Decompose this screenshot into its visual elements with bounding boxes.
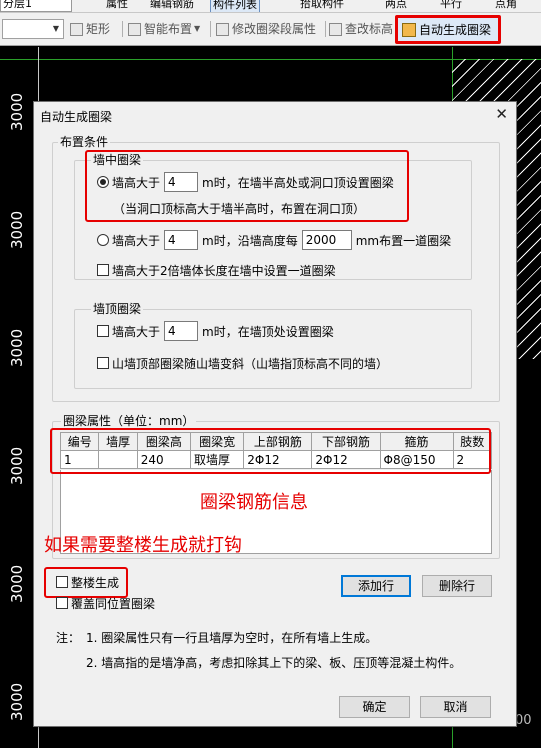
whole-building-annotation: 如果需要整楼生成就打钩 bbox=[44, 535, 242, 556]
mid-wall-option-2: 墙高大于 4 m时，沿墙高度每 2000 mm布置一道圈梁 bbox=[97, 230, 451, 250]
note-prefix: 注： bbox=[56, 631, 81, 645]
rebar-info-annotation: 圈梁钢筋信息 bbox=[200, 492, 308, 513]
top-wall-check-1-suffix: m时，在墙顶处设置圈梁 bbox=[202, 324, 334, 339]
toolbar-separator bbox=[325, 21, 326, 37]
floor-select[interactable]: 分层1 bbox=[0, 0, 72, 12]
top-wall-check-2: 山墙顶部圈梁随山墙变斜（山墙指顶标高不同的墙） bbox=[97, 353, 388, 373]
top-wall-check-1-prefix: 墙高大于 bbox=[112, 324, 161, 339]
auto-ring-beam-dialog: 自动生成圈梁 ✕ 布置条件 墙中圈梁 墙高大于 4 m时，在墙半高处或洞口顶设置… bbox=[33, 101, 517, 727]
mid-wall-option-2-prefix: 墙高大于 bbox=[112, 233, 161, 248]
auto-generate-label: 自动生成圈梁 bbox=[419, 23, 492, 37]
mid-wall-checkbox[interactable] bbox=[97, 264, 109, 276]
dimension-label: 3000 bbox=[8, 446, 26, 485]
chevron-down-icon: ▼ bbox=[52, 24, 60, 33]
cover-same-position-checkbox[interactable] bbox=[56, 597, 68, 609]
ok-button[interactable]: 确定 bbox=[339, 696, 410, 718]
add-row-button[interactable]: 添加行 bbox=[341, 575, 411, 597]
mid-wall-option-2-mid: m时，沿墙高度每 bbox=[202, 233, 298, 248]
corner-label: 00 bbox=[515, 713, 532, 728]
chevron-down-icon: ▼ bbox=[194, 24, 201, 33]
ring-beam-props-label: 圈梁属性（单位：mm） bbox=[61, 414, 197, 428]
toolbar-item-edit-rebar[interactable]: 编辑钢筋 bbox=[150, 0, 194, 11]
edit-icon bbox=[216, 22, 229, 36]
whole-building-checkbox[interactable] bbox=[56, 576, 68, 588]
mid-wall-check-label: 墙高大于2倍墙体长度在墙中设置一道圈梁 bbox=[112, 263, 336, 278]
top-wall-checkbox-1[interactable] bbox=[97, 325, 109, 337]
modify-segment-label: 修改圈梁段属性 bbox=[232, 22, 317, 36]
toolbar-item-pick-component[interactable]: 拾取构件 bbox=[300, 0, 344, 11]
mid-wall-option-2-suffix: mm布置一道圈梁 bbox=[355, 233, 452, 248]
toolbar-item-properties[interactable]: 属性 bbox=[106, 0, 128, 11]
dialog-title: 自动生成圈梁 bbox=[40, 110, 113, 124]
dimension-label: 3000 bbox=[8, 682, 26, 721]
whole-building-label: 整楼生成 bbox=[71, 575, 120, 590]
mid-wall-option-2-radio[interactable] bbox=[97, 234, 109, 246]
top-wall-height-input[interactable]: 4 bbox=[164, 321, 199, 341]
view-elevation-button[interactable]: 查改标高 bbox=[329, 19, 393, 39]
delete-row-button[interactable]: 删除行 bbox=[422, 575, 492, 597]
cancel-button[interactable]: 取消 bbox=[420, 696, 491, 718]
table-header-highlight bbox=[50, 428, 491, 474]
toolbar-item-parallel[interactable]: 平行 bbox=[440, 0, 462, 11]
style-combo[interactable]: ▼ bbox=[2, 19, 64, 39]
top-wall-check-2-label: 山墙顶部圈梁随山墙变斜（山墙指顶标高不同的墙） bbox=[112, 356, 389, 371]
mid-wall-spacing-input[interactable]: 2000 bbox=[301, 230, 352, 250]
mid-wall-check: 墙高大于2倍墙体长度在墙中设置一道圈梁 bbox=[97, 260, 336, 280]
elevation-icon bbox=[329, 22, 342, 36]
view-elevation-label: 查改标高 bbox=[345, 22, 394, 36]
top-wall-check-1: 墙高大于 4 m时，在墙顶处设置圈梁 bbox=[97, 321, 334, 341]
note-2: 2. 墙高指的是墙净高，考虑扣除其上下的梁、板、压顶等混凝土构件。 bbox=[86, 656, 462, 670]
note-1: 1. 圈梁属性只有一行且墙厚为空时，在所有墙上生成。 bbox=[86, 631, 378, 645]
rect-label: 矩形 bbox=[86, 22, 111, 36]
toolbar-separator bbox=[122, 21, 123, 37]
top-toolbar: 分层1 属性 编辑钢筋 构件列表 拾取构件 两点 平行 点角 bbox=[0, 0, 541, 13]
close-icon[interactable]: ✕ bbox=[495, 105, 508, 123]
toolbar-separator bbox=[210, 21, 211, 37]
auto-generate-icon bbox=[402, 22, 416, 37]
dimension-label: 3000 bbox=[8, 328, 26, 367]
toolbar-item-two-points[interactable]: 两点 bbox=[385, 0, 407, 11]
mid-wall-highlight bbox=[85, 150, 409, 222]
dimension-label: 3000 bbox=[8, 92, 26, 131]
whole-building-check: 整楼生成 bbox=[56, 572, 119, 592]
cover-same-position-label: 覆盖同位置圈梁 bbox=[71, 596, 156, 611]
cover-same-position-check: 覆盖同位置圈梁 bbox=[56, 593, 155, 613]
auto-generate-ring-beam-button[interactable]: 自动生成圈梁 bbox=[395, 15, 501, 44]
grid-icon bbox=[128, 22, 141, 36]
rect-button[interactable]: 矩形 bbox=[70, 19, 110, 39]
rect-icon bbox=[70, 22, 83, 36]
top-wall-label: 墙顶圈梁 bbox=[91, 302, 144, 316]
toolbar-item-component-list[interactable]: 构件列表 bbox=[210, 0, 260, 12]
smart-place-button[interactable]: 智能布置 ▼ bbox=[128, 19, 200, 39]
dimension-label: 3000 bbox=[8, 210, 26, 249]
smart-place-label: 智能布置 bbox=[144, 22, 193, 36]
top-wall-checkbox-2[interactable] bbox=[97, 357, 109, 369]
layout-conditions-label: 布置条件 bbox=[58, 135, 111, 149]
main-toolbar: ▼ 矩形 智能布置 ▼ 修改圈梁段属性 查改标高 自动生成圈梁 bbox=[0, 13, 541, 46]
dimension-label: 3000 bbox=[8, 564, 26, 603]
mid-wall-height-input-2[interactable]: 4 bbox=[164, 230, 199, 250]
toolbar-item-point-angle[interactable]: 点角 bbox=[495, 0, 517, 11]
modify-segment-button[interactable]: 修改圈梁段属性 bbox=[216, 19, 316, 39]
